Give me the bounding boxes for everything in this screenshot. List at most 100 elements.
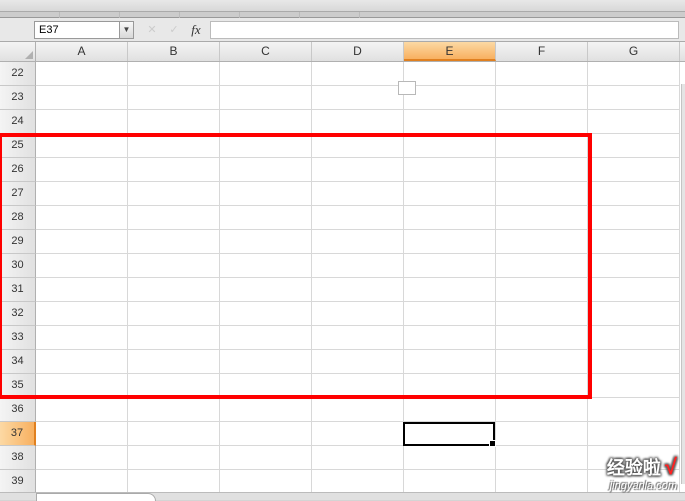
cell-C35[interactable] — [220, 374, 312, 398]
cell-B37[interactable] — [128, 422, 220, 446]
cell-D36[interactable] — [312, 398, 404, 422]
cell-G24[interactable] — [588, 110, 680, 134]
cell-F22[interactable] — [496, 62, 588, 86]
row-header-22[interactable]: 22 — [0, 62, 36, 86]
cell-C26[interactable] — [220, 158, 312, 182]
cell-G23[interactable] — [588, 86, 680, 110]
cell-A38[interactable] — [36, 446, 128, 470]
column-header-d[interactable]: D — [312, 42, 404, 61]
cell-C36[interactable] — [220, 398, 312, 422]
cell-A23[interactable] — [36, 86, 128, 110]
cell-F27[interactable] — [496, 182, 588, 206]
row-header-30[interactable]: 30 — [0, 254, 36, 278]
cell-F30[interactable] — [496, 254, 588, 278]
cell-D38[interactable] — [312, 446, 404, 470]
cell-D27[interactable] — [312, 182, 404, 206]
name-box-dropdown[interactable]: ▼ — [120, 21, 134, 39]
cell-F36[interactable] — [496, 398, 588, 422]
cell-B39[interactable] — [128, 470, 220, 494]
cell-G34[interactable] — [588, 350, 680, 374]
cell-F34[interactable] — [496, 350, 588, 374]
row-header-24[interactable]: 24 — [0, 110, 36, 134]
cell-G32[interactable] — [588, 302, 680, 326]
select-all-button[interactable] — [0, 42, 36, 62]
cell-C39[interactable] — [220, 470, 312, 494]
cell-F37[interactable] — [496, 422, 588, 446]
cell-B24[interactable] — [128, 110, 220, 134]
cell-A36[interactable] — [36, 398, 128, 422]
cell-G22[interactable] — [588, 62, 680, 86]
cell-C30[interactable] — [220, 254, 312, 278]
cell-C31[interactable] — [220, 278, 312, 302]
cell-D30[interactable] — [312, 254, 404, 278]
cell-D29[interactable] — [312, 230, 404, 254]
cell-A22[interactable] — [36, 62, 128, 86]
cell-C34[interactable] — [220, 350, 312, 374]
row-header-23[interactable]: 23 — [0, 86, 36, 110]
cell-E37[interactable] — [404, 422, 496, 446]
cell-G26[interactable] — [588, 158, 680, 182]
cell-C28[interactable] — [220, 206, 312, 230]
cell-C23[interactable] — [220, 86, 312, 110]
cell-C37[interactable] — [220, 422, 312, 446]
cell-B36[interactable] — [128, 398, 220, 422]
cell-B29[interactable] — [128, 230, 220, 254]
cell-B34[interactable] — [128, 350, 220, 374]
cell-C33[interactable] — [220, 326, 312, 350]
cell-D25[interactable] — [312, 134, 404, 158]
cells-area[interactable] — [36, 62, 685, 494]
cell-A28[interactable] — [36, 206, 128, 230]
cell-E35[interactable] — [404, 374, 496, 398]
cell-B30[interactable] — [128, 254, 220, 278]
cell-B33[interactable] — [128, 326, 220, 350]
cell-C29[interactable] — [220, 230, 312, 254]
cell-E26[interactable] — [404, 158, 496, 182]
cell-A33[interactable] — [36, 326, 128, 350]
cell-A34[interactable] — [36, 350, 128, 374]
formula-input[interactable] — [210, 21, 679, 39]
row-header-35[interactable]: 35 — [0, 374, 36, 398]
cell-F23[interactable] — [496, 86, 588, 110]
cell-D34[interactable] — [312, 350, 404, 374]
cell-G27[interactable] — [588, 182, 680, 206]
cell-D31[interactable] — [312, 278, 404, 302]
row-header-31[interactable]: 31 — [0, 278, 36, 302]
cell-C38[interactable] — [220, 446, 312, 470]
cell-D35[interactable] — [312, 374, 404, 398]
column-header-e[interactable]: E — [404, 42, 496, 61]
row-header-25[interactable]: 25 — [0, 134, 36, 158]
cell-D22[interactable] — [312, 62, 404, 86]
cell-A39[interactable] — [36, 470, 128, 494]
cell-G35[interactable] — [588, 374, 680, 398]
row-header-38[interactable]: 38 — [0, 446, 36, 470]
row-header-36[interactable]: 36 — [0, 398, 36, 422]
cell-D24[interactable] — [312, 110, 404, 134]
cell-A29[interactable] — [36, 230, 128, 254]
cell-D33[interactable] — [312, 326, 404, 350]
column-header-f[interactable]: F — [496, 42, 588, 61]
row-header-32[interactable]: 32 — [0, 302, 36, 326]
cell-E25[interactable] — [404, 134, 496, 158]
cell-C24[interactable] — [220, 110, 312, 134]
cell-B31[interactable] — [128, 278, 220, 302]
insert-function-button[interactable]: fx — [186, 21, 206, 39]
cell-D32[interactable] — [312, 302, 404, 326]
cell-G28[interactable] — [588, 206, 680, 230]
cell-C32[interactable] — [220, 302, 312, 326]
row-header-39[interactable]: 39 — [0, 470, 36, 494]
cell-F29[interactable] — [496, 230, 588, 254]
cell-D28[interactable] — [312, 206, 404, 230]
cell-D37[interactable] — [312, 422, 404, 446]
cell-B26[interactable] — [128, 158, 220, 182]
cell-E29[interactable] — [404, 230, 496, 254]
cell-F33[interactable] — [496, 326, 588, 350]
cell-B22[interactable] — [128, 62, 220, 86]
cell-G30[interactable] — [588, 254, 680, 278]
cell-G39[interactable] — [588, 470, 680, 494]
autofill-options-button[interactable] — [398, 81, 416, 95]
cell-G37[interactable] — [588, 422, 680, 446]
cell-B23[interactable] — [128, 86, 220, 110]
cell-E36[interactable] — [404, 398, 496, 422]
cell-F26[interactable] — [496, 158, 588, 182]
column-header-g[interactable]: G — [588, 42, 680, 61]
